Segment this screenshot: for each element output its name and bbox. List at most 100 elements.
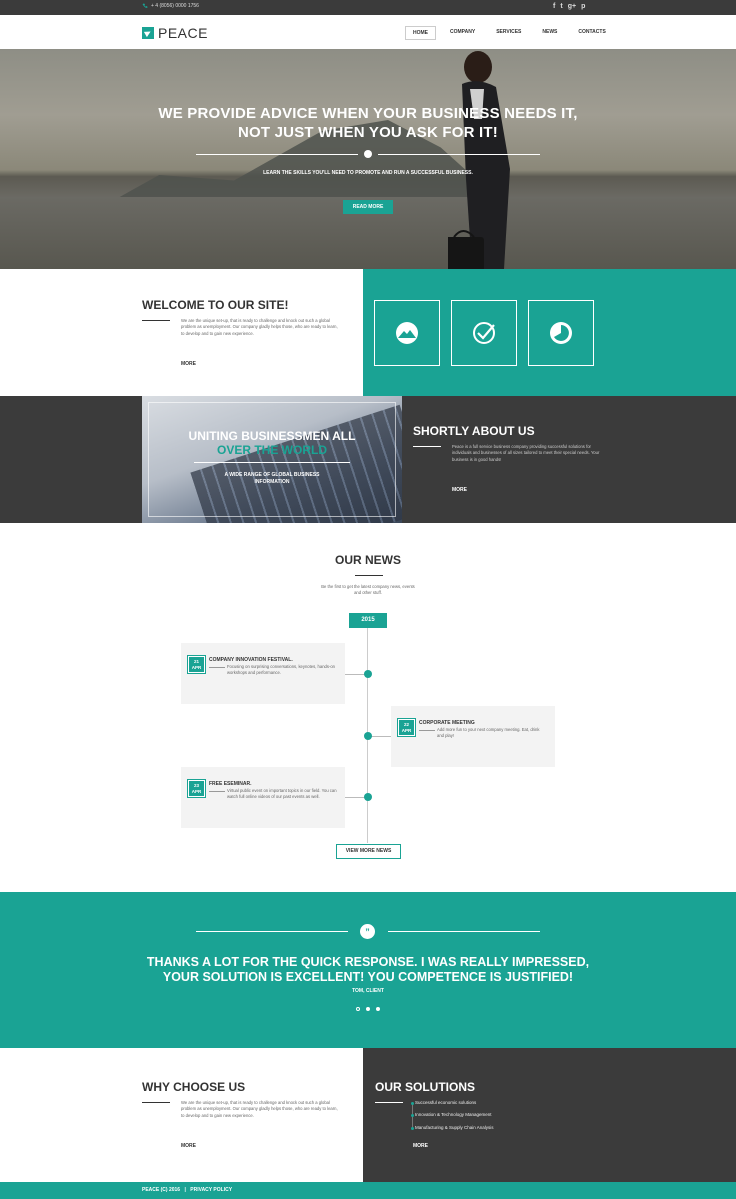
list-bullet-icon [411, 1127, 414, 1130]
news-item[interactable]: 21 APR COMPANY INNOVATION FESTIVAL. Focus… [181, 643, 345, 704]
slider-dot-2-active[interactable] [366, 1007, 370, 1011]
pinterest-icon[interactable]: p [581, 2, 585, 12]
top-bar: + 4 (8056) 0000 1756 f t g+ p [0, 0, 736, 15]
feature-box-3[interactable] [528, 300, 594, 366]
welcome-title: WELCOME TO OUR SITE! [142, 298, 289, 312]
news-date-badge: 22 APR [397, 718, 416, 737]
phone-contact: + 4 (8056) 0000 1756 [142, 3, 199, 9]
welcome-underline [142, 320, 170, 321]
feature-icons-panel [363, 269, 736, 396]
chart-icon [550, 322, 572, 344]
news-item-dash [419, 730, 435, 731]
feature-box-1[interactable] [374, 300, 440, 366]
timeline-connector [371, 736, 391, 737]
welcome-text: We are the unique set-up, that is ready … [181, 318, 338, 336]
nav-home[interactable]: HOME [405, 26, 436, 40]
solutions-section: OUR SOLUTIONS Successful economic soluti… [363, 1048, 736, 1182]
list-bullet-icon [411, 1102, 414, 1105]
hero-divider-left [196, 154, 358, 155]
businesswoman-image [448, 51, 510, 269]
phone-number: + 4 (8056) 0000 1756 [151, 3, 199, 9]
view-more-news-button[interactable]: VIEW MORE NEWS [336, 844, 401, 859]
mountain-icon [396, 322, 418, 344]
welcome-section: WELCOME TO OUR SITE! We are the unique s… [0, 269, 363, 396]
news-item-title: COMPANY INNOVATION FESTIVAL. [209, 657, 293, 663]
solutions-more-link[interactable]: MORE [413, 1143, 428, 1149]
hero-subtitle: LEARN THE SKILLS YOU'LL NEED TO PROMOTE … [263, 170, 473, 176]
news-item-text: Focusing on surprising conversations, ke… [227, 664, 336, 676]
news-underline [355, 575, 383, 576]
timeline-connector [345, 797, 365, 798]
logo[interactable]: PEACE [142, 25, 208, 41]
why-more-link[interactable]: MORE [181, 1143, 196, 1149]
twitter-icon[interactable]: t [560, 2, 562, 12]
about-block: SHORTLY ABOUT US Peace is a full service… [413, 396, 613, 523]
hero-divider-dot [364, 150, 372, 158]
hero-title-line-1: WE PROVIDE ADVICE WHEN YOUR BUSINESS NEE… [158, 105, 578, 122]
news-item-title: FREE ESEMINAR. [209, 781, 252, 787]
main-nav: HOME COMPANY SERVICES NEWS CONTACTS [405, 26, 620, 40]
solution-item: Manufacturing & Supply Chain Analysis [415, 1125, 494, 1130]
logo-paper-plane-icon [142, 27, 154, 39]
about-text: Peace is a full service business company… [452, 444, 600, 462]
slider-dot-1[interactable] [356, 1007, 360, 1011]
copyright: PEACE (C) 2016 [142, 1187, 181, 1193]
timeline-dot [364, 670, 372, 678]
site-footer: PEACE (C) 2016 | PRIVACY POLICY [0, 1182, 736, 1199]
read-more-button[interactable]: READ MORE [343, 200, 393, 214]
facebook-icon[interactable]: f [553, 2, 555, 12]
news-date-badge: 21 APR [187, 655, 206, 674]
why-title: WHY CHOOSE US [142, 1080, 246, 1094]
google-plus-icon[interactable]: g+ [568, 2, 576, 12]
timeline-connector [345, 674, 365, 675]
banner-frame [148, 402, 396, 517]
news-item-dash [209, 667, 225, 668]
nav-company[interactable]: COMPANY [443, 26, 482, 40]
footer-text: PEACE (C) 2016 | PRIVACY POLICY [142, 1187, 232, 1193]
logo-text: PEACE [158, 25, 208, 41]
uniting-title-line-1: UNITING BUSINESSMEN ALL [188, 429, 356, 443]
about-more-link[interactable]: MORE [452, 487, 467, 493]
privacy-policy-link[interactable]: PRIVACY POLICY [190, 1187, 232, 1193]
hero-divider-right [378, 154, 540, 155]
uniting-title-line-2: OVER THE WORLD [217, 443, 327, 457]
news-item-text: Add more fun to your next company meetin… [437, 727, 540, 739]
welcome-more-link[interactable]: MORE [181, 361, 196, 367]
hero-title-line-2: NOT JUST WHEN YOU ASK FOR IT! [238, 124, 498, 141]
news-item[interactable]: 23 APR FREE ESEMINAR. Virtual public even… [181, 767, 345, 828]
nav-contacts[interactable]: CONTACTS [571, 26, 612, 40]
about-title: SHORTLY ABOUT US [413, 424, 535, 438]
testimonial-divider-left [196, 931, 348, 932]
nav-news[interactable]: NEWS [535, 26, 564, 40]
testimonial-section: ” THANKS A LOT FOR THE QUICK RESPONSE. I… [0, 892, 736, 1048]
year-badge: 2015 [349, 613, 387, 628]
uniting-divider [194, 462, 350, 463]
uniting-subtitle: A WIDE RANGE OF GLOBAL BUSINESS INFORMAT… [224, 472, 320, 485]
testimonial-divider-right [388, 931, 540, 932]
footer-separator: | [184, 1187, 186, 1193]
testimonial-line-1: THANKS A LOT FOR THE QUICK RESPONSE. I W… [146, 955, 590, 969]
solutions-underline [375, 1102, 403, 1103]
why-underline [142, 1102, 170, 1103]
nav-services[interactable]: SERVICES [489, 26, 528, 40]
testimonial-quote: THANKS A LOT FOR THE QUICK RESPONSE. I W… [0, 955, 736, 985]
news-date-badge: 23 APR [187, 779, 206, 798]
timeline-dot [364, 732, 372, 740]
news-item[interactable]: 22 APR CORPORATE MEETING Add more fun to … [391, 706, 555, 767]
solution-item: Innovation & Technology Management [415, 1112, 492, 1117]
news-item-dash [209, 791, 225, 792]
news-item-title: CORPORATE MEETING [419, 720, 475, 726]
news-section: OUR NEWS Be the first to get the latest … [0, 523, 736, 892]
slider-dot-3[interactable] [376, 1007, 380, 1011]
hero-banner: WE PROVIDE ADVICE WHEN YOUR BUSINESS NEE… [0, 49, 736, 269]
solutions-title: OUR SOLUTIONS [375, 1080, 476, 1094]
phone-icon [142, 3, 148, 8]
timeline-dot [364, 793, 372, 801]
why-text: We are the unique set-up, that is ready … [181, 1100, 338, 1118]
social-links: f t g+ p [553, 2, 585, 12]
quote-icon: ” [360, 924, 375, 939]
feature-box-2[interactable] [451, 300, 517, 366]
checkmark-icon [473, 322, 495, 344]
news-item-text: Virtual public event on important topics… [227, 788, 337, 800]
uniting-about-section: UNITING BUSINESSMEN ALL OVER THE WORLD A… [0, 396, 736, 523]
